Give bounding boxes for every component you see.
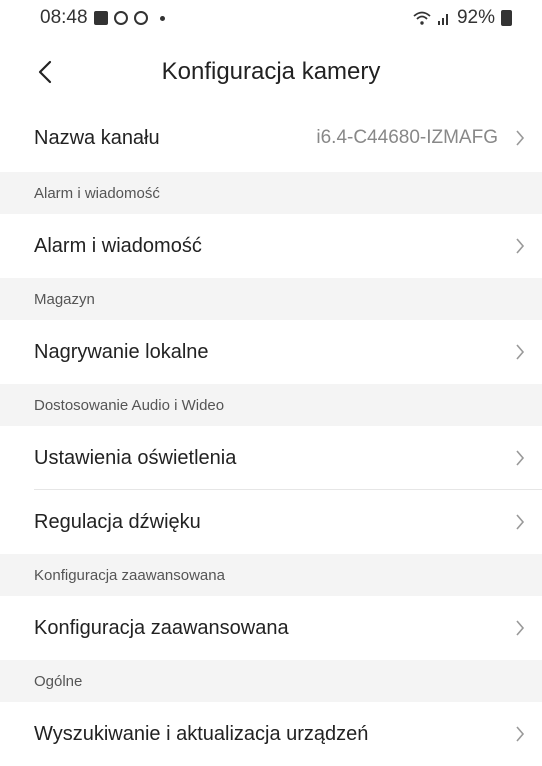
device-search-update-row[interactable]: Wyszukiwanie i aktualizacja urządzeń — [0, 702, 542, 766]
row-label: Konfiguracja zaawansowana — [34, 616, 289, 639]
chevron-right-icon — [514, 512, 526, 532]
section-header-av: Dostosowanie Audio i Wideo — [0, 384, 542, 426]
sound-adjustment-row[interactable]: Regulacja dźwięku — [0, 490, 542, 554]
page-title: Konfiguracja kamery — [161, 58, 381, 85]
wifi-icon — [413, 11, 431, 25]
image-icon — [93, 11, 108, 25]
chevron-right-icon — [514, 128, 526, 148]
section-header-alarm: Alarm i wiadomość — [0, 172, 542, 214]
section-header-storage: Magazyn — [0, 278, 542, 320]
status-right: 92% — [413, 7, 512, 29]
channel-name-row[interactable]: Nazwa kanału i6.4-C44680-IZMAFG — [0, 106, 542, 170]
battery-level: 92% — [456, 7, 495, 28]
lighting-settings-row[interactable]: Ustawienia oświetlenia — [0, 426, 542, 490]
chevron-right-icon — [514, 448, 526, 468]
row-label: Wyszukiwanie i aktualizacja urządzeń — [34, 722, 369, 745]
row-label: Nazwa kanału — [34, 126, 160, 149]
chevron-right-icon — [514, 236, 526, 256]
g-icon — [113, 11, 128, 25]
header: Konfiguracja kamery — [0, 44, 542, 100]
signal-icon — [437, 14, 448, 25]
local-recording-row[interactable]: Nagrywanie lokalne — [0, 320, 542, 384]
row-label: Alarm i wiadomość — [34, 234, 202, 257]
battery-icon — [501, 10, 512, 26]
status-bar: 08:48 92% — [0, 0, 542, 36]
chevron-right-icon — [514, 724, 526, 744]
g-icon — [133, 11, 148, 25]
row-label: Nagrywanie lokalne — [34, 340, 209, 363]
row-label: Ustawienia oświetlenia — [34, 446, 237, 469]
chevron-right-icon — [514, 342, 526, 362]
advanced-config-row[interactable]: Konfiguracja zaawansowana — [0, 596, 542, 660]
channel-name-value: i6.4-C44680-IZMAFG — [316, 127, 498, 148]
row-label: Regulacja dźwięku — [34, 510, 201, 533]
dot-icon — [159, 15, 165, 21]
section-header-advanced: Konfiguracja zaawansowana — [0, 554, 542, 596]
status-left: 08:48 — [40, 7, 165, 29]
alarm-message-row[interactable]: Alarm i wiadomość — [0, 214, 542, 278]
back-arrow-icon — [38, 60, 52, 84]
section-header-general: Ogólne — [0, 660, 542, 702]
chevron-right-icon — [514, 618, 526, 638]
back-button[interactable] — [30, 54, 60, 90]
status-time: 08:48 — [40, 7, 88, 28]
